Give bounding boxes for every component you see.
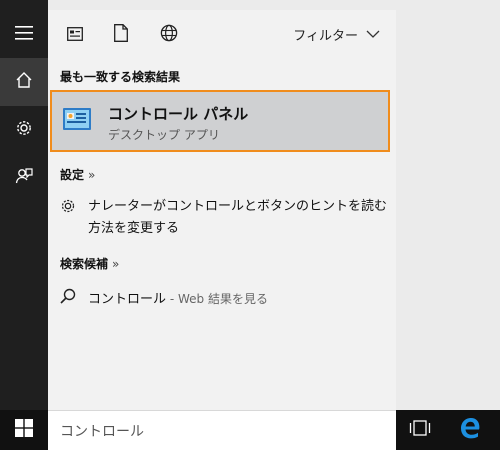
web-scope-button[interactable] — [158, 24, 180, 46]
gear-icon — [15, 119, 33, 141]
gear-icon — [60, 198, 76, 218]
control-panel-icon — [62, 106, 92, 134]
home-button[interactable] — [0, 58, 48, 106]
best-match-app-name: コントロール パネル — [108, 105, 249, 123]
settings-result-text: ナレーターがコントロールとボタンのヒントを読む方法を変更する — [88, 199, 388, 236]
home-icon — [15, 71, 33, 93]
best-match-heading: 最も一致する検索結果 — [60, 70, 181, 84]
web-suggestion-item[interactable]: コントロール - Web 結果を見る — [48, 286, 396, 310]
file-icon — [114, 24, 128, 46]
filter-dropdown[interactable]: フィルター — [293, 25, 380, 44]
screen: フィルター 最も一致する検索結果 コントロール パネル デスクトップ アプリ 設… — [0, 0, 500, 450]
best-match-app-type: デスクトップ アプリ — [108, 128, 220, 142]
settings-result-item[interactable]: ナレーターがコントロールとボタンのヒントを読む方法を変更する — [48, 196, 396, 248]
taskbar — [0, 410, 500, 450]
hamburger-icon — [15, 25, 33, 44]
suggestions-more-arrow: » — [112, 257, 120, 271]
start-button[interactable] — [0, 410, 48, 450]
task-view-icon — [409, 420, 431, 440]
edge-button[interactable] — [448, 410, 492, 450]
documents-scope-button[interactable] — [64, 24, 86, 46]
edge-icon — [459, 417, 481, 443]
globe-icon — [160, 24, 178, 46]
start-left-rail — [0, 0, 48, 410]
files-scope-button[interactable] — [110, 24, 132, 46]
suggestions-heading[interactable]: 検索候補» — [60, 255, 119, 272]
web-suggestion-hint: - Web 結果を見る — [166, 292, 268, 306]
search-input[interactable] — [60, 421, 380, 441]
settings-button[interactable] — [0, 106, 48, 154]
filter-label: フィルター — [293, 29, 358, 44]
settings-more-arrow: » — [88, 168, 96, 182]
feedback-button[interactable] — [0, 154, 48, 202]
windows-logo-icon — [15, 419, 33, 441]
taskbar-search-box[interactable] — [48, 410, 396, 450]
feedback-icon — [15, 167, 33, 189]
web-suggestion-text: コントロール - Web 結果を見る — [88, 288, 268, 307]
settings-heading-label: 設定 — [60, 168, 85, 182]
task-view-button[interactable] — [398, 410, 442, 450]
search-results-panel: フィルター 最も一致する検索結果 コントロール パネル デスクトップ アプリ 設… — [48, 10, 396, 410]
menu-button[interactable] — [0, 10, 48, 58]
best-match-result[interactable]: コントロール パネル デスクトップ アプリ — [50, 90, 390, 152]
suggestions-heading-label: 検索候補 — [60, 257, 109, 271]
document-type-icon — [67, 26, 83, 45]
settings-heading[interactable]: 設定» — [60, 166, 95, 183]
chevron-down-icon — [366, 27, 380, 42]
results-topbar: フィルター — [48, 10, 396, 60]
search-icon — [60, 288, 76, 308]
web-suggestion-query: コントロール — [88, 292, 167, 307]
